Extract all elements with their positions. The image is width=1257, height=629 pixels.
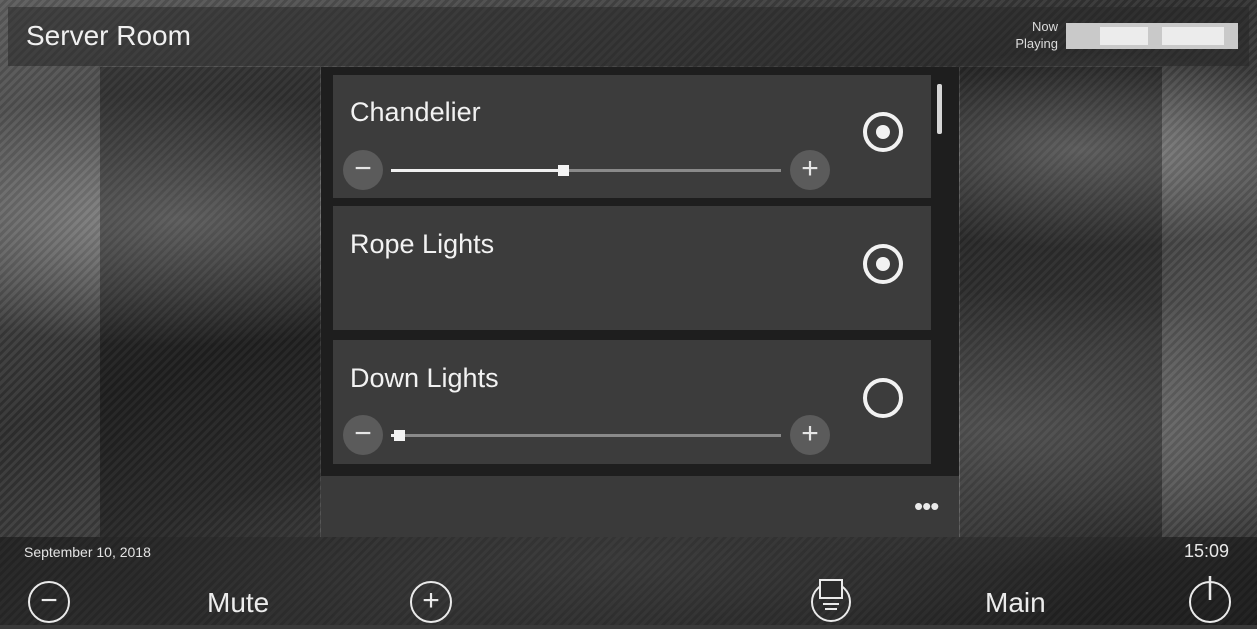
time-display: 15:09	[1184, 541, 1230, 561]
bottom-bar	[0, 537, 1257, 625]
background-overlay-right	[960, 67, 1162, 537]
light-name: Chandelier	[350, 97, 481, 127]
mute-button[interactable]: Mute	[207, 587, 269, 619]
main-button[interactable]: Main	[985, 587, 1046, 619]
slider-thumb[interactable]	[394, 430, 405, 441]
volume-up-button[interactable]: +	[410, 581, 452, 623]
light-card-down-lights: Down Lights − +	[333, 340, 931, 464]
panel-footer	[321, 476, 959, 537]
source-select-icon[interactable]	[807, 576, 855, 624]
power-icon[interactable]	[1185, 572, 1235, 624]
light-card-chandelier: Chandelier − +	[333, 75, 931, 198]
room-title: Server Room	[26, 20, 191, 51]
panel-scrollbar[interactable]	[937, 84, 942, 134]
more-options-button[interactable]: •••	[914, 493, 939, 519]
background-overlay-left	[100, 67, 320, 537]
slider-thumb[interactable]	[558, 165, 569, 176]
volume-down-button[interactable]: −	[28, 581, 70, 623]
light-card-rope-lights: Rope Lights	[333, 206, 931, 330]
now-playing-label: Now Playing	[1015, 19, 1058, 51]
light-toggle[interactable]	[863, 378, 903, 418]
dimmer-slider[interactable]	[391, 430, 781, 441]
light-name: Rope Lights	[350, 229, 495, 259]
light-name: Down Lights	[350, 363, 499, 393]
dim-down-button[interactable]: −	[343, 150, 383, 190]
dim-up-button[interactable]: +	[790, 150, 830, 190]
dim-up-button[interactable]: +	[790, 415, 830, 455]
slider-fill	[391, 169, 563, 172]
now-playing-info[interactable]	[1066, 23, 1238, 49]
date-display: September 10, 2018	[24, 544, 151, 560]
top-bar	[8, 7, 1249, 66]
light-toggle[interactable]	[863, 112, 903, 152]
dim-down-button[interactable]: −	[343, 415, 383, 455]
light-toggle[interactable]	[863, 244, 903, 284]
dimmer-slider[interactable]	[391, 165, 781, 176]
